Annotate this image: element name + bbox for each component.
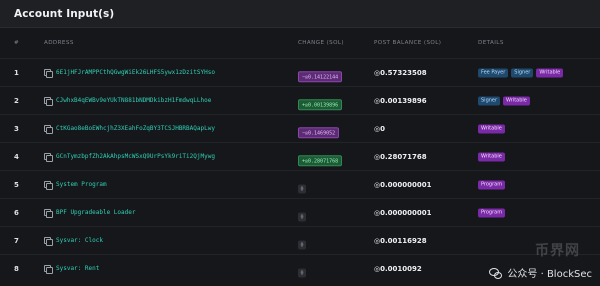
- copy-icon[interactable]: [44, 208, 53, 218]
- table-row: 2 CJwhxB4qEWBv9eYUkTN881bNDMDkibzH1FmdwqL…: [0, 86, 600, 114]
- row-number: 8: [14, 264, 19, 273]
- post-balance: ◎0.0010092: [374, 264, 422, 273]
- row-number: 7: [14, 236, 19, 245]
- row-number: 4: [14, 152, 19, 161]
- details-cell: Program: [478, 208, 506, 217]
- change-cell: 0: [298, 259, 307, 278]
- address-link[interactable]: Sysvar: Clock: [56, 237, 103, 244]
- detail-tag: Writable: [536, 68, 564, 77]
- address-link[interactable]: GCnTymzbpfZh2AkAhpsMcWSxQ9UrPsYk9riTi2Qj…: [56, 153, 215, 160]
- table-row: 7 Sysvar: Clock 0 ◎0.00116928: [0, 226, 600, 254]
- copy-icon[interactable]: [44, 236, 53, 246]
- details-cell: Signer Writable: [478, 96, 530, 105]
- balance-change-badge: +◎0.28071768: [298, 155, 343, 167]
- detail-tag: Writable: [478, 152, 505, 161]
- column-header-details: DETAILS: [478, 40, 504, 46]
- column-header-change: CHANGE (SOL): [298, 40, 345, 46]
- post-balance: ◎0.000000001: [374, 208, 432, 217]
- column-header-num: #: [14, 40, 20, 46]
- balance-change-badge: 0: [298, 240, 307, 250]
- change-cell: 0: [298, 175, 307, 194]
- table-header: # ADDRESS CHANGE (SOL) POST BALANCE (SOL…: [0, 40, 600, 52]
- watermark-text: 公众号 · BlockSec: [507, 269, 592, 280]
- panel-title: Account Input(s): [14, 7, 115, 20]
- balance-change-badge: 0: [298, 184, 307, 194]
- detail-tag: Fee Payer: [478, 68, 509, 77]
- detail-tag: Writable: [478, 124, 505, 133]
- details-cell: Writable: [478, 124, 505, 133]
- details-cell: Fee Payer Signer Writable: [478, 68, 564, 77]
- address-cell: CJwhxB4qEWBv9eYUkTN881bNDMDkibzH1FmdwqLL…: [44, 96, 211, 106]
- table-row: 3 CtKGao8eBoEWhcjhZ3XEahFoZqBY3TCSJHBRBAQ…: [0, 114, 600, 142]
- address-link[interactable]: CJwhxB4qEWBv9eYUkTN881bNDMDkibzH1FmdwqLL…: [56, 97, 211, 104]
- detail-tag: Program: [478, 180, 506, 189]
- address-cell: BPF Upgradeable Loader: [44, 208, 135, 218]
- wechat-icon: [489, 267, 503, 279]
- change-cell: +◎0.28071768: [298, 147, 343, 167]
- watermark-brand: 币界网: [535, 243, 580, 259]
- detail-tag: Program: [478, 208, 506, 217]
- balance-change-badge: 0: [298, 212, 307, 222]
- detail-tag: Signer: [511, 68, 534, 77]
- change-cell: 0: [298, 203, 307, 222]
- post-balance: ◎0.00116928: [374, 236, 427, 245]
- address-cell: 6E1jHFJrAMPPCthQGwgWiEk26LHFS5ywx1zDzitS…: [44, 68, 215, 78]
- address-link[interactable]: 6E1jHFJrAMPPCthQGwgWiEk26LHFS5ywx1zDzitS…: [56, 69, 215, 76]
- address-link[interactable]: CtKGao8eBoEWhcjhZ3XEahFoZqBY3TCSJHBRBAQa…: [56, 125, 215, 132]
- row-number: 6: [14, 208, 19, 217]
- post-balance: ◎0.28071768: [374, 152, 427, 161]
- copy-icon[interactable]: [44, 264, 53, 274]
- change-cell: −◎0.1469052: [298, 119, 340, 139]
- address-link[interactable]: BPF Upgradeable Loader: [56, 209, 135, 216]
- address-cell: GCnTymzbpfZh2AkAhpsMcWSxQ9UrPsYk9riTi2Qj…: [44, 152, 215, 162]
- copy-icon[interactable]: [44, 124, 53, 134]
- post-balance: ◎0.00139896: [374, 96, 427, 105]
- details-cell: Writable: [478, 152, 505, 161]
- table-row: 4 GCnTymzbpfZh2AkAhpsMcWSxQ9UrPsYk9riTi2Q…: [0, 142, 600, 170]
- post-balance: ◎0: [374, 124, 385, 133]
- post-balance: ◎0.000000001: [374, 180, 432, 189]
- change-cell: 0: [298, 231, 307, 250]
- panel-header: Account Input(s): [0, 0, 600, 28]
- table-row: 6 BPF Upgradeable Loader 0 ◎0.000000001 Prog…: [0, 198, 600, 226]
- balance-change-badge: −◎0.14122144: [298, 71, 343, 83]
- copy-icon[interactable]: [44, 152, 53, 162]
- watermark: 公众号 · BlockSec: [489, 265, 592, 280]
- row-number: 3: [14, 124, 19, 133]
- address-cell: System Program: [44, 180, 107, 190]
- balance-change-badge: +◎0.00139896: [298, 99, 343, 111]
- row-number: 1: [14, 68, 19, 77]
- table-row: 1 6E1jHFJrAMPPCthQGwgWiEk26LHFS5ywx1zDzit…: [0, 58, 600, 86]
- address-link[interactable]: Sysvar: Rent: [56, 265, 99, 272]
- balance-change-badge: −◎0.1469052: [298, 127, 340, 139]
- post-balance: ◎0.57323508: [374, 68, 427, 77]
- change-cell: −◎0.14122144: [298, 63, 343, 83]
- address-cell: Sysvar: Clock: [44, 236, 103, 246]
- details-cell: Program: [478, 180, 506, 189]
- address-cell: CtKGao8eBoEWhcjhZ3XEahFoZqBY3TCSJHBRBAQa…: [44, 124, 215, 134]
- address-cell: Sysvar: Rent: [44, 264, 99, 274]
- row-number: 2: [14, 96, 19, 105]
- copy-icon[interactable]: [44, 96, 53, 106]
- change-cell: +◎0.00139896: [298, 91, 343, 111]
- column-header-post-balance: POST BALANCE (SOL): [374, 40, 442, 46]
- copy-icon[interactable]: [44, 180, 53, 190]
- balance-change-badge: 0: [298, 268, 307, 278]
- address-link[interactable]: System Program: [56, 181, 107, 188]
- table-row: 5 System Program 0 ◎0.000000001 Program: [0, 170, 600, 198]
- detail-tag: Writable: [503, 96, 530, 105]
- row-number: 5: [14, 180, 19, 189]
- detail-tag: Signer: [478, 96, 501, 105]
- account-inputs-panel: Account Input(s) # ADDRESS CHANGE (SOL) …: [0, 0, 600, 286]
- copy-icon[interactable]: [44, 68, 53, 78]
- column-header-address: ADDRESS: [44, 40, 74, 46]
